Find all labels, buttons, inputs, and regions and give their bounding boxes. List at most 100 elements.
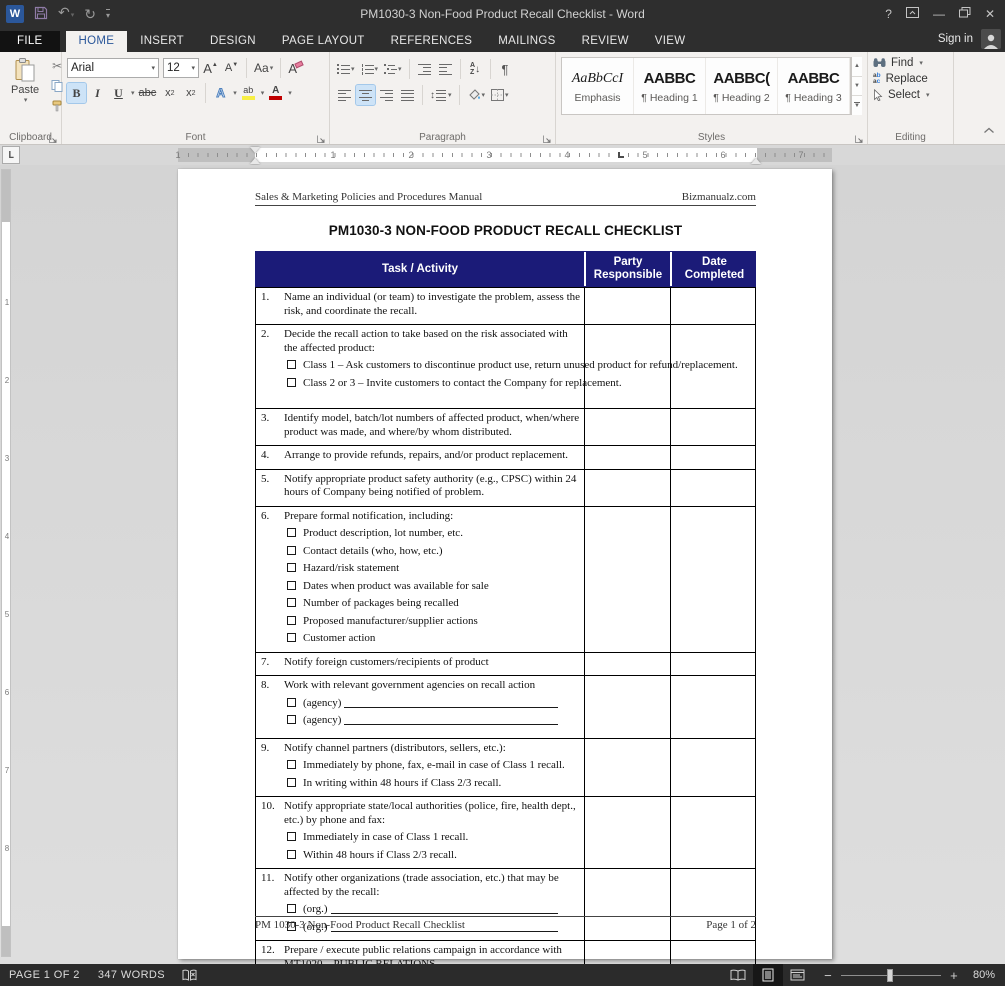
multilevel-list-button[interactable]: ▾: [382, 59, 404, 79]
checkbox-icon[interactable]: [287, 360, 296, 369]
font-size-combobox[interactable]: 12▾: [163, 58, 199, 78]
tab-view[interactable]: VIEW: [642, 31, 699, 52]
task-cell-12[interactable]: 12.Prepare / execute public relations ca…: [255, 941, 585, 964]
change-case-button[interactable]: Aa▾: [252, 58, 275, 78]
checkbox-icon[interactable]: [287, 633, 296, 642]
minimize-icon[interactable]: —: [933, 7, 945, 21]
checkbox-icon[interactable]: [287, 546, 296, 555]
styles-gallery-more-icon[interactable]: ▼: [852, 96, 862, 115]
tab-design[interactable]: DESIGN: [197, 31, 269, 52]
fill-in-line[interactable]: [344, 697, 558, 708]
date-completed-cell-4[interactable]: [671, 446, 756, 470]
task-cell-10[interactable]: 10.Notify appropriate state/local author…: [255, 797, 585, 869]
party-responsible-cell-3[interactable]: [585, 409, 671, 446]
task-cell-5[interactable]: 5.Notify appropriate product safety auth…: [255, 470, 585, 507]
select-button[interactable]: Select▾: [873, 89, 948, 101]
checkbox-icon[interactable]: [287, 832, 296, 841]
justify-button[interactable]: [398, 85, 417, 105]
redo-icon[interactable]: ↻: [84, 7, 96, 21]
date-completed-cell-12[interactable]: [671, 941, 756, 964]
tab-review[interactable]: REVIEW: [569, 31, 642, 52]
style-item-heading-3[interactable]: AABBC¶ Heading 3: [778, 58, 850, 114]
sign-in[interactable]: Sign in: [938, 29, 1005, 52]
font-color-button[interactable]: A: [266, 83, 285, 103]
decrease-indent-button[interactable]: [415, 59, 434, 79]
ribbon-display-options-icon[interactable]: [906, 7, 919, 21]
party-responsible-cell-6[interactable]: [585, 507, 671, 653]
tab-home[interactable]: HOME: [66, 31, 128, 52]
read-mode-button[interactable]: [723, 964, 753, 986]
styles-dialog-launcher-icon[interactable]: [854, 131, 864, 141]
tab-selector[interactable]: L: [2, 146, 20, 164]
align-left-button[interactable]: [335, 85, 354, 105]
date-completed-cell-1[interactable]: [671, 288, 756, 325]
highlight-caret-icon[interactable]: ▾: [261, 89, 265, 97]
sort-button[interactable]: AZ↓: [466, 59, 485, 79]
zoom-in-button[interactable]: +: [949, 968, 959, 983]
clear-formatting-button[interactable]: A: [286, 58, 305, 78]
web-layout-button[interactable]: [783, 964, 813, 986]
zoom-percentage[interactable]: 80%: [969, 969, 1005, 981]
subscript-button[interactable]: x2: [160, 83, 179, 103]
vertical-ruler[interactable]: 12345678: [1, 169, 11, 957]
line-spacing-button[interactable]: ↕▾: [428, 85, 454, 105]
task-cell-6[interactable]: 6.Prepare formal notification, including…: [255, 507, 585, 653]
style-item-emphasis[interactable]: AaBbCcIEmphasis: [562, 58, 634, 114]
numbering-button[interactable]: ▾: [359, 59, 381, 79]
help-icon[interactable]: ?: [885, 7, 892, 21]
undo-icon[interactable]: ↶▾: [58, 5, 74, 23]
checkbox-icon[interactable]: [287, 778, 296, 787]
party-responsible-cell-10[interactable]: [585, 797, 671, 869]
date-completed-cell-7[interactable]: [671, 653, 756, 677]
styles-scroll-up-icon[interactable]: ▲: [852, 57, 862, 77]
checkbox-icon[interactable]: [287, 616, 296, 625]
font-name-combobox[interactable]: Arial▾: [67, 58, 159, 78]
fill-in-line[interactable]: [344, 714, 558, 725]
zoom-out-button[interactable]: −: [823, 968, 833, 983]
bullets-button[interactable]: ▾: [335, 59, 357, 79]
text-effects-caret-icon[interactable]: ▾: [233, 89, 237, 97]
document-page[interactable]: Sales & Marketing Policies and Procedure…: [178, 169, 832, 959]
grow-font-button[interactable]: A▲: [201, 58, 220, 78]
borders-button[interactable]: ▾: [489, 85, 511, 105]
party-responsible-cell-5[interactable]: [585, 470, 671, 507]
tab-mailings[interactable]: MAILINGS: [485, 31, 568, 52]
right-indent-marker[interactable]: [751, 158, 761, 164]
replace-button[interactable]: abac Replace: [873, 73, 948, 85]
shading-button[interactable]: ▾: [465, 85, 488, 105]
tab-file[interactable]: FILE: [0, 31, 60, 52]
checkbox-icon[interactable]: [287, 904, 296, 913]
tab-page-layout[interactable]: PAGE LAYOUT: [269, 31, 378, 52]
date-completed-cell-8[interactable]: [671, 676, 756, 739]
shrink-font-button[interactable]: A▼: [222, 58, 241, 78]
date-completed-cell-9[interactable]: [671, 739, 756, 798]
collapse-ribbon-icon[interactable]: [983, 121, 995, 139]
checkbox-icon[interactable]: [287, 850, 296, 859]
strikethrough-button[interactable]: abc: [137, 83, 159, 103]
checkbox-icon[interactable]: [287, 581, 296, 590]
date-completed-cell-5[interactable]: [671, 470, 756, 507]
checkbox-icon[interactable]: [287, 563, 296, 572]
paste-button[interactable]: Paste ▾: [5, 55, 45, 115]
hanging-indent-marker[interactable]: [250, 158, 260, 164]
party-responsible-cell-12[interactable]: [585, 941, 671, 964]
checkbox-icon[interactable]: [287, 528, 296, 537]
date-completed-cell-3[interactable]: [671, 409, 756, 446]
align-right-button[interactable]: [377, 85, 396, 105]
styles-scroll-down-icon[interactable]: ▼: [852, 77, 862, 97]
party-responsible-cell-2[interactable]: [585, 325, 671, 409]
align-center-button[interactable]: [356, 85, 375, 105]
party-responsible-cell-7[interactable]: [585, 653, 671, 677]
paragraph-dialog-launcher-icon[interactable]: [542, 131, 552, 141]
style-item-heading-1[interactable]: AABBC¶ Heading 1: [634, 58, 706, 114]
proofing-errors-icon[interactable]: [174, 969, 205, 982]
highlight-color-button[interactable]: ab: [239, 83, 258, 103]
checkbox-icon[interactable]: [287, 760, 296, 769]
zoom-slider-thumb[interactable]: [887, 969, 893, 982]
first-line-indent-marker[interactable]: [250, 147, 260, 153]
checkbox-icon[interactable]: [287, 698, 296, 707]
customize-qat-icon[interactable]: ▾: [106, 9, 110, 20]
date-completed-cell-2[interactable]: [671, 325, 756, 409]
bold-button[interactable]: B: [67, 83, 86, 103]
task-cell-4[interactable]: 4.Arrange to provide refunds, repairs, a…: [255, 446, 585, 470]
